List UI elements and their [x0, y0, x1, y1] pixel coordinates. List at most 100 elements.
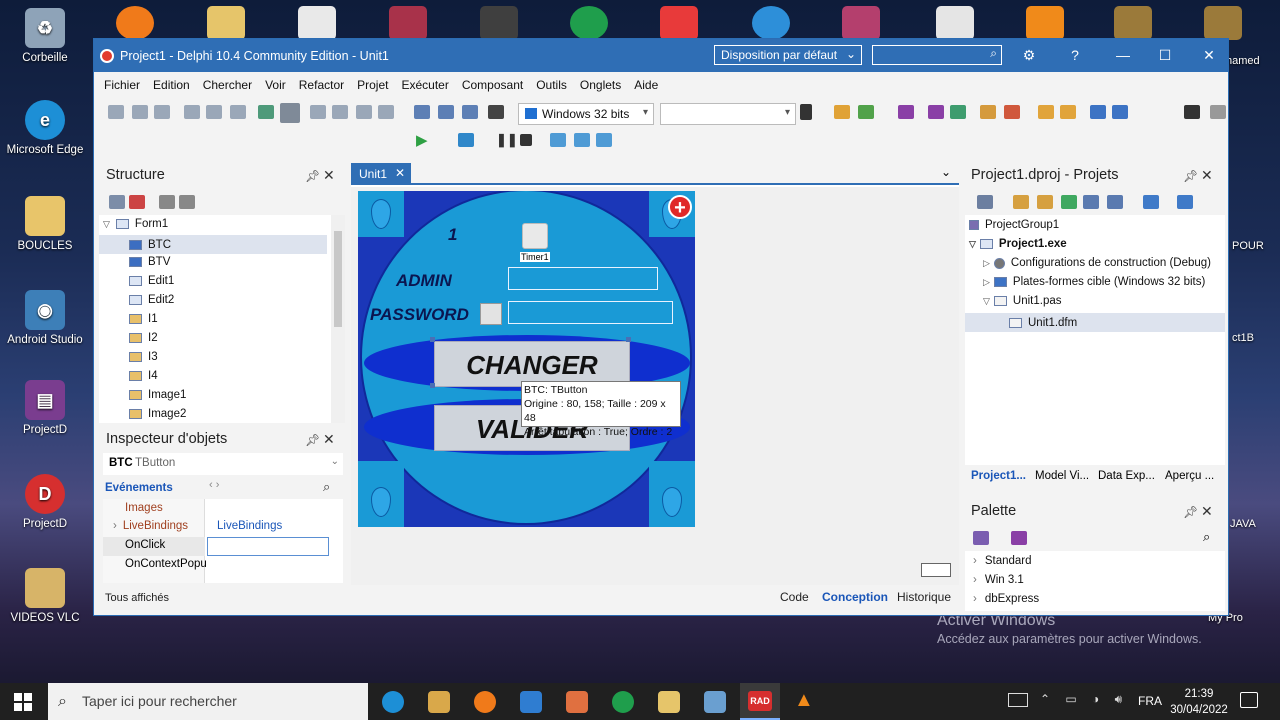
palette-options-icon[interactable] — [973, 531, 989, 545]
windows-start-icon[interactable] — [14, 693, 32, 711]
pause-icon[interactable]: ❚❚ — [496, 132, 518, 148]
desktop-icon-projectd-archive[interactable]: ▤ ProjectD — [5, 380, 85, 436]
view-icon[interactable] — [1177, 195, 1193, 209]
arrow-right-icon[interactable] — [1210, 105, 1226, 119]
form-preview-icon[interactable] — [921, 563, 951, 577]
tree-item-projectgroup[interactable]: ProjectGroup1 — [969, 219, 1059, 231]
tree-item-btc[interactable]: BTC — [99, 235, 327, 254]
maximize-button[interactable]: ☐ — [1150, 45, 1180, 65]
palette-standard[interactable]: › Standard — [973, 555, 1032, 567]
save-icon[interactable] — [898, 105, 914, 119]
tab-conception[interactable]: Conception — [822, 590, 888, 604]
folder-icon[interactable] — [207, 6, 245, 40]
notepad-icon[interactable] — [704, 691, 726, 713]
vlc-icon[interactable]: ▲ — [794, 689, 814, 712]
close-icon[interactable]: ✕ — [1201, 503, 1213, 520]
build-icon[interactable] — [1083, 195, 1099, 209]
pin-icon[interactable]: 📌︎ — [305, 169, 320, 183]
onclick-value-input[interactable] — [207, 537, 329, 556]
tab-projects[interactable]: Project1... — [971, 470, 1026, 482]
menu-composant[interactable]: Composant — [462, 78, 523, 92]
selection-handle[interactable] — [430, 337, 435, 342]
tree-item-target-platforms[interactable]: ▷ Plates-formes cible (Windows 32 bits) — [983, 276, 1205, 288]
edit2-input[interactable] — [508, 301, 673, 324]
menu-aide[interactable]: Aide — [634, 78, 658, 92]
document-icon[interactable] — [298, 6, 336, 40]
vlc-icon[interactable] — [1026, 6, 1064, 40]
search-icon[interactable]: ⌕ — [323, 479, 330, 495]
tree-item-form1[interactable]: ▽ Form1 — [103, 218, 168, 230]
creation-order-icon[interactable] — [378, 105, 394, 119]
image-icon[interactable] — [1204, 6, 1242, 40]
tab-model-view[interactable]: Model Vi... — [1035, 470, 1089, 482]
inspector-footer[interactable]: Tous affichés — [105, 592, 169, 604]
align-top-icon[interactable] — [184, 105, 200, 119]
nav-arrows-icon[interactable]: ‹ › — [209, 479, 219, 491]
language-indicator[interactable]: FRA — [1138, 694, 1162, 708]
scrollbar-thumb[interactable] — [334, 231, 342, 327]
tab-apercu[interactable]: Aperçu ... — [1165, 470, 1214, 482]
prop-images[interactable]: Images — [125, 502, 163, 514]
palette-cursor-icon[interactable] — [1011, 531, 1027, 545]
desktop-icon-recycle-bin[interactable]: ♻ Corbeille — [5, 8, 85, 64]
tree-item-i2[interactable]: I2 — [129, 332, 158, 344]
desktop-icon-videos-vlc[interactable]: VIDEOS VLC — [5, 568, 85, 624]
timer-icon[interactable] — [522, 223, 548, 249]
tree-item-project-exe[interactable]: ▽ Project1.exe — [969, 238, 1067, 250]
configuration-combo[interactable]: ▾ — [660, 103, 796, 125]
move-down-icon[interactable] — [179, 195, 195, 209]
move-up-icon[interactable] — [159, 195, 175, 209]
help-icon[interactable]: ? — [1060, 45, 1090, 65]
tree-item-image2[interactable]: Image2 — [129, 408, 186, 420]
close-icon[interactable]: ✕ — [395, 166, 405, 180]
tree-item-i1[interactable]: I1 — [129, 313, 158, 325]
menu-executer[interactable]: Exécuter — [401, 78, 448, 92]
print-icon[interactable] — [1112, 105, 1128, 119]
stop-icon[interactable] — [520, 134, 532, 146]
run-without-debug-icon[interactable] — [458, 133, 474, 147]
open-project-icon[interactable] — [950, 105, 966, 119]
run-icon[interactable]: ▶ — [416, 131, 428, 149]
pdf-icon[interactable] — [936, 6, 974, 40]
align-left-icon[interactable] — [108, 105, 124, 119]
platform-combo[interactable]: Windows 32 bits ▾ — [518, 103, 654, 125]
align-middle-icon[interactable] — [230, 105, 246, 119]
menu-chercher[interactable]: Chercher — [203, 78, 252, 92]
add-icon[interactable]: + — [668, 195, 692, 219]
options-icon[interactable]: ⚙ — [1014, 45, 1044, 65]
menu-edition[interactable]: Edition — [153, 78, 190, 92]
prop-livebindings-value[interactable]: LiveBindings — [217, 520, 282, 532]
grid-icon[interactable] — [258, 105, 274, 119]
tab-order-icon[interactable] — [356, 105, 372, 119]
prop-oncontextpopup[interactable]: OnContextPopu — [125, 558, 207, 570]
add-to-project-icon[interactable] — [980, 105, 996, 119]
mail-icon[interactable] — [520, 691, 542, 713]
image-icon[interactable] — [1114, 6, 1152, 40]
snap-grid-icon[interactable] — [280, 103, 300, 123]
cascade-icon[interactable] — [438, 105, 454, 119]
tile-icon[interactable] — [462, 105, 478, 119]
tab-data-explorer[interactable]: Data Exp... — [1098, 470, 1155, 482]
run-to-cursor-icon[interactable] — [596, 133, 612, 147]
layout-dropdown[interactable]: Disposition par défaut ⌄ — [714, 45, 862, 65]
image-component-icon[interactable] — [480, 303, 502, 325]
clock[interactable]: 21:39 30/04/2022 — [1170, 686, 1228, 718]
tab-code[interactable]: Code — [780, 590, 809, 604]
object-selector[interactable]: BTC TButton ⌄ — [103, 453, 343, 475]
open-folder-icon[interactable] — [1037, 195, 1053, 209]
firefox-icon[interactable] — [474, 691, 496, 713]
taskbar-active-delphi[interactable]: RAD — [740, 683, 780, 720]
scale-icon[interactable] — [332, 105, 348, 119]
store-icon[interactable] — [428, 691, 450, 713]
close-icon[interactable]: ✕ — [323, 431, 335, 448]
arrow-left-icon[interactable] — [1184, 105, 1200, 119]
tray-icons[interactable]: ⌃ ▭ ◑ 🔊︎ — [1040, 692, 1128, 707]
close-icon[interactable]: ✕ — [1201, 167, 1213, 184]
selection-handle[interactable] — [626, 337, 631, 342]
label-admin[interactable]: ADMIN — [396, 271, 452, 291]
ide-search-input[interactable]: ⌕ — [872, 45, 1002, 65]
selection-handle[interactable] — [430, 383, 435, 388]
label-1[interactable]: 1 — [448, 225, 457, 245]
form-target-icon[interactable] — [488, 105, 504, 119]
refresh-icon[interactable] — [1061, 195, 1077, 209]
